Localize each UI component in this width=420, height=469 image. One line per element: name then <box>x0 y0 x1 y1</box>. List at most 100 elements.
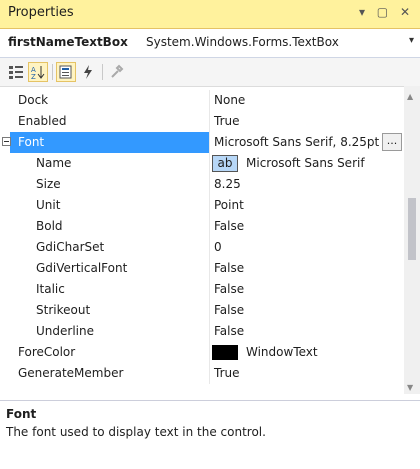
chevron-down-icon[interactable]: ▾ <box>409 35 414 46</box>
property-name: GenerateMember <box>18 366 124 380</box>
property-value: False <box>214 282 245 296</box>
collapse-icon[interactable] <box>2 137 11 146</box>
property-name-cell[interactable]: Unit <box>10 195 209 216</box>
toolbar-separator <box>52 64 53 80</box>
property-value-cell[interactable]: False <box>210 279 404 300</box>
property-name-cell[interactable]: Bold <box>10 216 209 237</box>
svg-text:Z: Z <box>31 73 36 80</box>
property-value-cell[interactable]: 8.25 <box>210 174 404 195</box>
property-name-cell[interactable]: Strikeout <box>10 300 209 321</box>
property-name-cell[interactable]: Name <box>10 153 209 174</box>
property-name: Strikeout <box>36 303 91 317</box>
property-row-unit[interactable]: Unit Point <box>0 195 404 216</box>
property-value-cell[interactable]: True <box>210 363 404 384</box>
row-gutter <box>0 279 10 300</box>
property-value: 8.25 <box>214 177 241 191</box>
property-name: GdiVerticalFont <box>36 261 128 275</box>
property-value-cell[interactable]: Microsoft Sans Serif, 8.25pt... <box>210 132 404 153</box>
row-gutter <box>0 216 10 237</box>
font-editor-button[interactable]: ... <box>382 133 402 151</box>
property-row-font[interactable]: Font Microsoft Sans Serif, 8.25pt... <box>0 132 404 153</box>
property-value: True <box>214 366 240 380</box>
row-gutter <box>0 153 10 174</box>
property-name-cell[interactable]: Dock <box>10 90 209 111</box>
property-name-cell[interactable]: Size <box>10 174 209 195</box>
row-gutter <box>0 111 10 132</box>
property-value: 0 <box>214 240 222 254</box>
property-name-cell[interactable]: GdiVerticalFont <box>10 258 209 279</box>
property-value: WindowText <box>246 345 318 359</box>
property-row-underline[interactable]: Underline False <box>0 321 404 342</box>
alphabetical-icon[interactable]: AZ <box>28 62 48 82</box>
property-value-cell[interactable]: False <box>210 216 404 237</box>
property-name-cell[interactable]: ForeColor <box>10 342 209 363</box>
description-panel: Font The font used to display text in th… <box>0 400 420 469</box>
object-name: firstNameTextBox <box>8 35 128 49</box>
font-preview-icon: ab <box>212 155 238 172</box>
property-row-italic[interactable]: Italic False <box>0 279 404 300</box>
scroll-up-icon[interactable]: ▲ <box>407 92 413 101</box>
property-row-dock[interactable]: Dock None <box>0 90 404 111</box>
property-name: Size <box>36 177 61 191</box>
property-row-size[interactable]: Size 8.25 <box>0 174 404 195</box>
property-row-gdicharset[interactable]: GdiCharSet 0 <box>0 237 404 258</box>
property-value: False <box>214 303 245 317</box>
window-title: Properties <box>8 5 74 20</box>
properties-icon[interactable] <box>56 62 76 82</box>
property-row-forecolor[interactable]: ForeColor WindowText <box>0 342 404 363</box>
property-name-cell[interactable]: Font <box>2 132 209 153</box>
property-value-cell[interactable]: 0 <box>210 237 404 258</box>
property-row-bold[interactable]: Bold False <box>0 216 404 237</box>
color-swatch <box>212 345 238 360</box>
scroll-thumb[interactable] <box>408 198 416 260</box>
scroll-down-icon[interactable]: ▼ <box>407 383 413 392</box>
property-value: False <box>214 219 245 233</box>
property-value-cell[interactable]: None <box>210 90 404 111</box>
property-name-cell[interactable]: Italic <box>10 279 209 300</box>
object-selector[interactable]: firstNameTextBox System.Windows.Forms.Te… <box>0 29 420 58</box>
property-value-cell[interactable]: WindowText <box>210 342 404 363</box>
property-value: False <box>214 261 245 275</box>
property-name-cell[interactable]: Enabled <box>10 111 209 132</box>
property-grid: Dock None Enabled True Font Microsoft Sans Se… <box>0 90 420 394</box>
property-value: Microsoft Sans Serif <box>246 156 365 170</box>
categorized-icon[interactable] <box>6 62 26 82</box>
grid-scrollbar[interactable]: ▲ ▼ <box>404 86 420 394</box>
property-row-strikeout[interactable]: Strikeout False <box>0 300 404 321</box>
property-name-cell[interactable]: GdiCharSet <box>10 237 209 258</box>
property-value-cell[interactable]: Point <box>210 195 404 216</box>
property-value: True <box>214 114 240 128</box>
property-pages-icon[interactable] <box>106 62 126 82</box>
property-value-cell[interactable]: ab Microsoft Sans Serif <box>210 153 404 174</box>
events-icon[interactable] <box>78 62 98 82</box>
property-row-enabled[interactable]: Enabled True <box>0 111 404 132</box>
property-value: Microsoft Sans Serif, 8.25pt <box>214 135 380 149</box>
description-text: The font used to display text in the con… <box>6 425 266 439</box>
property-row-gdiverticalfont[interactable]: GdiVerticalFont False <box>0 258 404 279</box>
property-row-generatemember[interactable]: GenerateMember True <box>0 363 404 384</box>
property-name-cell[interactable]: Underline <box>10 321 209 342</box>
property-value: Point <box>214 198 244 212</box>
object-type: System.Windows.Forms.TextBox <box>146 35 339 49</box>
properties-title-bar[interactable]: Properties ▾ ▢ ✕ <box>0 0 420 29</box>
row-gutter <box>0 258 10 279</box>
window-controls[interactable]: ▾ ▢ ✕ <box>359 5 414 19</box>
property-value-cell[interactable]: True <box>210 111 404 132</box>
row-gutter <box>0 321 10 342</box>
property-name: ForeColor <box>18 345 76 359</box>
property-name: Enabled <box>18 114 67 128</box>
property-name: Underline <box>36 324 94 338</box>
row-gutter <box>0 90 10 111</box>
property-value-cell[interactable]: False <box>210 321 404 342</box>
property-row-name[interactable]: Name ab Microsoft Sans Serif <box>0 153 404 174</box>
property-value: False <box>214 324 245 338</box>
row-gutter <box>0 342 10 363</box>
property-value-cell[interactable]: False <box>210 258 404 279</box>
property-value-cell[interactable]: False <box>210 300 404 321</box>
property-name: Name <box>36 156 72 170</box>
row-gutter <box>0 237 10 258</box>
property-name-cell[interactable]: GenerateMember <box>10 363 209 384</box>
property-name: Bold <box>36 219 63 233</box>
row-gutter <box>0 363 10 384</box>
property-name: Unit <box>36 198 61 212</box>
